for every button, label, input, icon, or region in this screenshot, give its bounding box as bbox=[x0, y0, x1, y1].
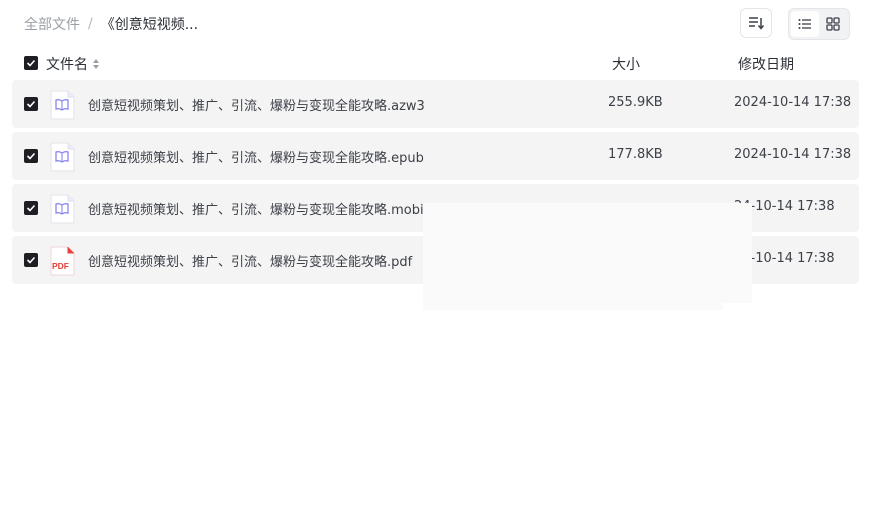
check-icon bbox=[26, 256, 36, 264]
breadcrumb-separator: / bbox=[88, 16, 93, 32]
column-header: 文件名 大小 修改日期 bbox=[0, 52, 874, 76]
name-column-label: 文件名 bbox=[46, 57, 88, 73]
check-icon bbox=[26, 204, 36, 212]
date-column-header[interactable]: 修改日期 bbox=[738, 54, 794, 74]
sort-button[interactable] bbox=[740, 8, 772, 38]
size-column-header[interactable]: 大小 bbox=[612, 54, 640, 74]
file-size: 255.9KB bbox=[608, 95, 663, 110]
view-switch bbox=[788, 8, 850, 40]
select-all-checkbox[interactable] bbox=[24, 56, 38, 70]
breadcrumb-root[interactable]: 全部文件 bbox=[24, 14, 80, 34]
ebook-file-icon bbox=[50, 194, 75, 224]
file-name: 创意短视频策划、推广、引流、爆粉与变现全能攻略.epub bbox=[88, 151, 424, 166]
list-view-icon bbox=[798, 19, 811, 29]
ebook-file-icon bbox=[50, 142, 75, 172]
row-checkbox[interactable] bbox=[24, 149, 38, 163]
ebook-file-icon bbox=[50, 90, 75, 120]
file-row[interactable]: 创意短视频策划、推广、引流、爆粉与变现全能攻略.azw3 255.9KB 202… bbox=[12, 80, 859, 128]
file-name: 创意短视频策划、推广、引流、爆粉与变现全能攻略.mobi bbox=[88, 203, 424, 218]
check-icon bbox=[26, 100, 36, 108]
row-checkbox[interactable] bbox=[24, 97, 38, 111]
sort-toggle-icon bbox=[93, 59, 99, 69]
breadcrumb: 全部文件 / 《创意短视频... bbox=[24, 14, 198, 34]
row-checkbox[interactable] bbox=[24, 201, 38, 215]
breadcrumb-current: 《创意短视频... bbox=[100, 17, 199, 33]
file-name: 创意短视频策划、推广、引流、爆粉与变现全能攻略.azw3 bbox=[88, 99, 425, 114]
file-browser: 全部文件 / 《创意短视频... 文件名 大小 修改日期 创意短视频策划、推广、… bbox=[0, 0, 874, 514]
check-icon bbox=[26, 152, 36, 160]
file-date: 2024-10-14 17:38 bbox=[734, 95, 852, 110]
grid-view-button[interactable] bbox=[819, 11, 847, 37]
file-date: 2024-10-14 17:38 bbox=[734, 147, 852, 162]
file-row[interactable]: 创意短视频策划、推广、引流、爆粉与变现全能攻略.epub 177.8KB 202… bbox=[12, 132, 859, 180]
file-name: 创意短视频策划、推广、引流、爆粉与变现全能攻略.pdf bbox=[88, 255, 413, 270]
name-column-header[interactable]: 文件名 bbox=[46, 54, 100, 74]
list-view-button[interactable] bbox=[791, 11, 819, 37]
pdf-file-icon: PDF bbox=[50, 246, 75, 276]
check-icon bbox=[26, 59, 36, 67]
sort-lines-icon bbox=[749, 17, 764, 30]
grid-view-icon bbox=[826, 17, 840, 31]
pdf-icon-label: PDF bbox=[52, 261, 69, 271]
row-checkbox[interactable] bbox=[24, 253, 38, 267]
file-size: 177.8KB bbox=[608, 147, 663, 162]
blur-mask bbox=[423, 285, 723, 310]
